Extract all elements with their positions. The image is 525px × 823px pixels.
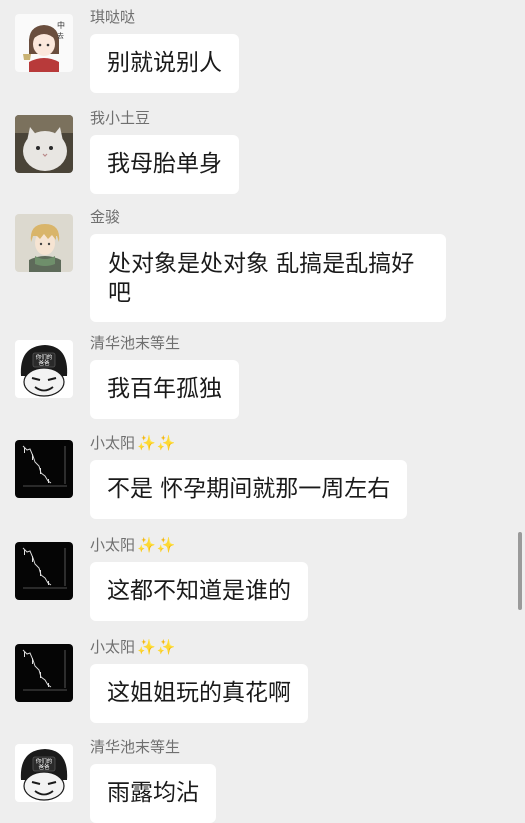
message-text: 我母胎单身 bbox=[107, 151, 222, 177]
chat-message-list[interactable]: 中 去 琪哒哒 别就说别人 我小土豆 我母胎单身 金骏 处对象是处对象 乱搞是乱… bbox=[0, 0, 525, 823]
sparkle-emoji: ✨✨ bbox=[137, 638, 177, 656]
message-bubble[interactable]: 这姐姐玩的真花啊 bbox=[90, 664, 308, 723]
message-bubble[interactable]: 雨露均沾 bbox=[90, 764, 216, 823]
message-bubble[interactable]: 处对象是处对象 乱搞是乱搞好吧 bbox=[90, 234, 446, 322]
message-text: 我百年孤独 bbox=[107, 376, 222, 402]
sender-name-text: 我小土豆 bbox=[90, 109, 151, 127]
meme-face-helmet-avatar[interactable]: 你们的 爸爸 bbox=[15, 340, 73, 398]
sender-name[interactable]: 清华池末等生 bbox=[90, 333, 180, 353]
anime-girl-avatar[interactable]: 中 去 bbox=[15, 14, 73, 72]
meme-face-helmet-avatar[interactable]: 你们的 爸爸 bbox=[15, 744, 73, 802]
svg-text:去: 去 bbox=[57, 31, 64, 40]
sender-name[interactable]: 小太阳 ✨✨ bbox=[90, 433, 176, 453]
message-text: 不是 怀孕期间就那一周左右 bbox=[107, 476, 391, 502]
sender-name-text: 小太阳 bbox=[90, 536, 136, 554]
message-bubble[interactable]: 我百年孤独 bbox=[90, 360, 239, 419]
sender-name-text: 金骏 bbox=[90, 208, 121, 226]
message-text: 雨露均沾 bbox=[107, 780, 199, 806]
svg-text:中: 中 bbox=[57, 20, 65, 30]
sender-name[interactable]: 我小土豆 bbox=[90, 108, 150, 128]
message-text: 这姐姐玩的真花啊 bbox=[107, 680, 291, 706]
sender-name[interactable]: 金骏 bbox=[90, 207, 120, 227]
svg-text:你们的: 你们的 bbox=[36, 353, 53, 361]
message-bubble[interactable]: 我母胎单身 bbox=[90, 135, 239, 194]
svg-text:爸爸: 爸爸 bbox=[38, 359, 50, 367]
sender-name-text: 小太阳 bbox=[90, 434, 136, 452]
fluffy-cat-avatar[interactable] bbox=[15, 115, 73, 173]
sender-name[interactable]: 清华池末等生 bbox=[90, 737, 180, 757]
sender-name[interactable]: 小太阳 ✨✨ bbox=[90, 535, 176, 555]
sender-name-text: 清华池末等生 bbox=[90, 738, 181, 756]
message-bubble[interactable]: 别就说别人 bbox=[90, 34, 239, 93]
sender-name-text: 小太阳 bbox=[90, 638, 136, 656]
stock-chart-avatar[interactable] bbox=[15, 644, 73, 702]
scrollbar-thumb[interactable] bbox=[518, 532, 522, 610]
stock-chart-avatar[interactable] bbox=[15, 542, 73, 600]
sender-name[interactable]: 小太阳 ✨✨ bbox=[90, 637, 176, 657]
svg-text:爸爸: 爸爸 bbox=[38, 763, 50, 771]
message-text: 处对象是处对象 乱搞是乱搞好吧 bbox=[108, 251, 415, 306]
message-text: 这都不知道是谁的 bbox=[107, 578, 291, 604]
stock-chart-avatar[interactable] bbox=[15, 440, 73, 498]
message-text: 别就说别人 bbox=[107, 50, 222, 76]
sender-name-text: 琪哒哒 bbox=[90, 8, 136, 26]
anime-boy-scarf-avatar[interactable] bbox=[15, 214, 73, 272]
sender-name-text: 清华池末等生 bbox=[90, 334, 181, 352]
message-bubble[interactable]: 这都不知道是谁的 bbox=[90, 562, 308, 621]
sender-name[interactable]: 琪哒哒 bbox=[90, 7, 135, 27]
sparkle-emoji: ✨✨ bbox=[137, 434, 177, 452]
sparkle-emoji: ✨✨ bbox=[137, 536, 177, 554]
message-bubble[interactable]: 不是 怀孕期间就那一周左右 bbox=[90, 460, 408, 519]
svg-text:你们的: 你们的 bbox=[36, 757, 53, 765]
